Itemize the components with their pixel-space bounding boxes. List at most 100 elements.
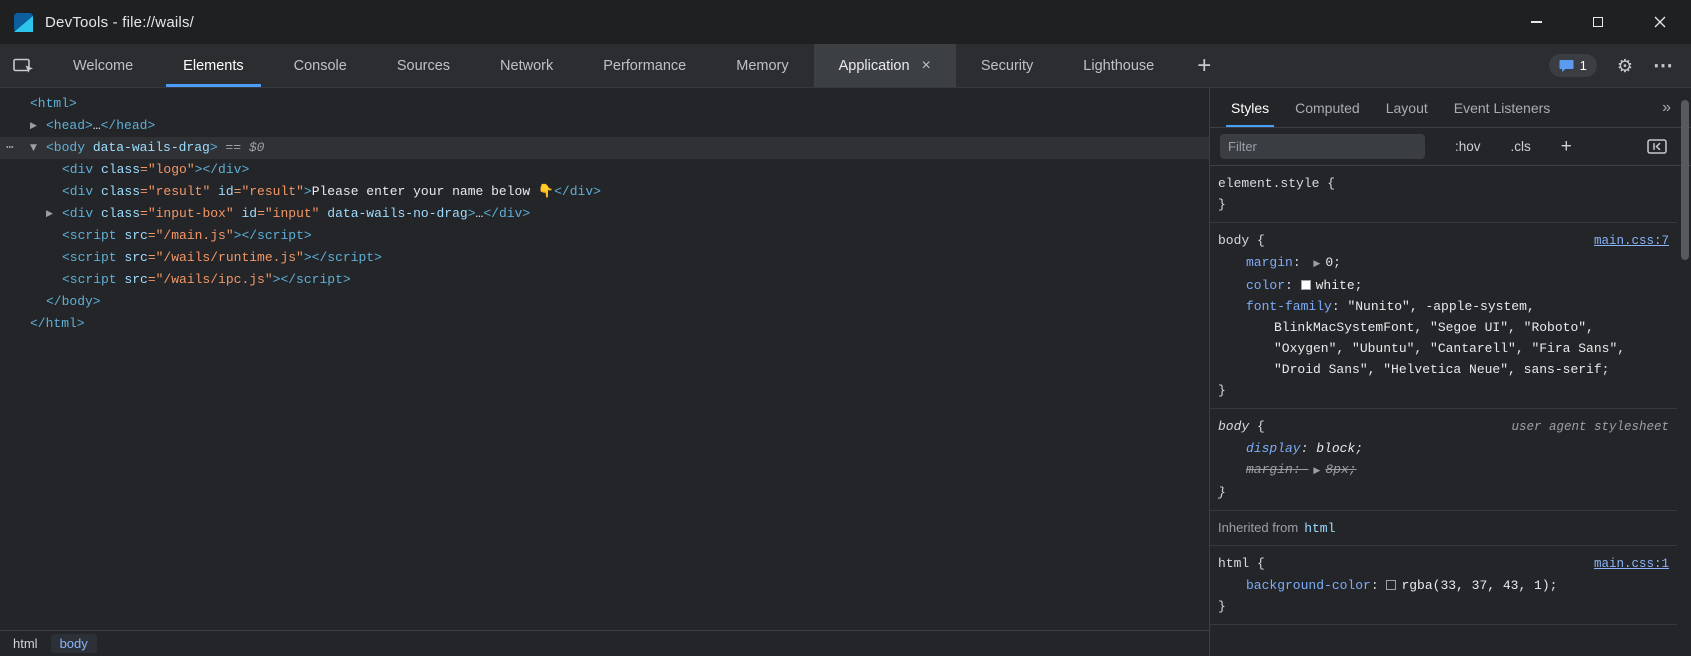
breadcrumb-body[interactable]: body — [51, 634, 97, 653]
code-token: id — [234, 206, 257, 221]
stylesheet-link[interactable]: main.css:1 — [1594, 554, 1669, 575]
tab-application[interactable]: Application × — [814, 44, 956, 87]
property-name[interactable]: margin — [1246, 255, 1293, 270]
property-value[interactable]: 8px — [1325, 462, 1348, 477]
settings-gear-icon[interactable]: ⚙ — [1617, 57, 1633, 75]
code-token: <div — [62, 206, 93, 221]
semicolon: ; — [1550, 578, 1558, 593]
tab-computed[interactable]: Computed — [1282, 88, 1373, 127]
close-button[interactable] — [1629, 0, 1691, 44]
tab-event-listeners[interactable]: Event Listeners — [1441, 88, 1564, 127]
code-token: data-wails-drag — [85, 140, 210, 155]
expand-arrow-icon[interactable]: ▶ — [30, 115, 37, 137]
css-rule[interactable]: body {main.css:7margin: ▶0;color: white;… — [1210, 223, 1677, 409]
tab-label: Memory — [736, 58, 788, 74]
expand-shorthand-icon[interactable]: ▶ — [1313, 259, 1320, 269]
color-swatch[interactable] — [1301, 280, 1311, 290]
property-name[interactable]: display — [1246, 441, 1301, 456]
window-title: DevTools - file://wails/ — [45, 14, 194, 31]
more-options-icon[interactable]: ⋯ — [1653, 56, 1673, 76]
css-property[interactable]: margin: ▶8px; — [1218, 459, 1669, 482]
expand-shorthand-icon[interactable]: ▶ — [1313, 466, 1320, 476]
dom-node[interactable]: <script src="/main.js"></script> — [0, 225, 1209, 247]
dom-node[interactable]: <div class="logo"></div> — [0, 159, 1209, 181]
tab-layout[interactable]: Layout — [1373, 88, 1441, 127]
tab-security[interactable]: Security — [956, 44, 1058, 87]
styles-rules: element.style {}body {main.css:7margin: … — [1210, 166, 1691, 656]
dom-node[interactable]: </body> — [0, 291, 1209, 313]
property-name[interactable]: margin — [1246, 462, 1293, 477]
tab-sources[interactable]: Sources — [372, 44, 475, 87]
rule-selector[interactable]: element.style — [1218, 173, 1319, 194]
property-name[interactable]: font-family — [1246, 299, 1332, 314]
rule-header: element.style { — [1218, 173, 1669, 194]
issues-counter[interactable]: 1 — [1549, 54, 1597, 77]
elements-panel: <html>▶<head>…</head>⋯▼<body data-wails-… — [0, 88, 1209, 656]
css-property[interactable]: display: block; — [1218, 438, 1669, 459]
tab-elements[interactable]: Elements — [158, 44, 268, 87]
tab-label: Security — [981, 58, 1033, 74]
css-rule[interactable]: html {main.css:1background-color: rgba(3… — [1210, 546, 1677, 625]
collapse-arrow-icon[interactable]: ▼ — [30, 137, 37, 159]
more-tabs-button[interactable]: + — [1179, 44, 1229, 87]
css-property[interactable]: font-family: "Nunito", -apple-system, Bl… — [1218, 296, 1669, 380]
css-property[interactable]: background-color: rgba(33, 37, 43, 1); — [1218, 575, 1669, 596]
color-swatch[interactable] — [1386, 580, 1396, 590]
dom-node[interactable]: ▶<div class="input-box" id="input" data-… — [0, 203, 1209, 225]
inspect-icon[interactable] — [0, 44, 48, 87]
maximize-button[interactable] — [1567, 0, 1629, 44]
main-area: <html>▶<head>…</head>⋯▼<body data-wails-… — [0, 88, 1691, 656]
rule-selector[interactable]: body — [1218, 230, 1249, 251]
dom-node[interactable]: <script src="/wails/ipc.js"></script> — [0, 269, 1209, 291]
devtools-window: { "window": { "title": "DevTools - file:… — [0, 0, 1691, 656]
minimize-button[interactable] — [1505, 0, 1567, 44]
node-menu-dots-icon[interactable]: ⋯ — [6, 137, 15, 159]
tab-console[interactable]: Console — [269, 44, 372, 87]
property-value[interactable]: 0 — [1325, 255, 1333, 270]
expand-arrow-icon[interactable]: ▶ — [46, 203, 53, 225]
class-toggle-button[interactable]: .cls — [1511, 139, 1531, 154]
scrollbar-thumb[interactable] — [1681, 100, 1689, 260]
dom-node[interactable]: <div class="result" id="result">Please e… — [0, 181, 1209, 203]
window-controls — [1505, 0, 1691, 44]
tab-lighthouse[interactable]: Lighthouse — [1058, 44, 1179, 87]
close-tab-icon[interactable]: × — [922, 58, 931, 74]
computed-sidebar-toggle-icon[interactable] — [1647, 139, 1667, 154]
stylesheet-link[interactable]: main.css:7 — [1594, 231, 1669, 252]
tab-styles[interactable]: Styles — [1218, 88, 1282, 127]
colon: : — [1301, 441, 1317, 456]
css-rule[interactable]: element.style {} — [1210, 166, 1677, 223]
rule-selector[interactable]: html — [1218, 553, 1249, 574]
dom-node[interactable]: ▶<head>…</head> — [0, 115, 1209, 137]
css-property[interactable]: color: white; — [1218, 275, 1669, 296]
breadcrumb-html[interactable]: html — [4, 634, 47, 653]
new-style-rule-button[interactable]: + — [1561, 136, 1572, 158]
close-icon — [1654, 16, 1666, 28]
open-brace: { — [1319, 173, 1335, 194]
dom-node[interactable]: </html> — [0, 313, 1209, 335]
property-name[interactable]: background-color — [1246, 578, 1371, 593]
dom-node[interactable]: <html> — [0, 93, 1209, 115]
styles-scrollbar[interactable] — [1678, 88, 1691, 656]
minimize-icon — [1531, 21, 1542, 23]
property-value[interactable]: rgba(33, 37, 43, 1) — [1401, 578, 1549, 593]
property-value[interactable]: block — [1316, 441, 1355, 456]
code-token: <script — [62, 228, 117, 243]
code-token: data-wails-no-drag — [319, 206, 467, 221]
dom-node[interactable]: ⋯▼<body data-wails-drag> == $0 — [0, 137, 1209, 159]
tab-memory[interactable]: Memory — [711, 44, 813, 87]
rule-header: html {main.css:1 — [1218, 553, 1669, 575]
dom-node[interactable]: <script src="/wails/runtime.js"></script… — [0, 247, 1209, 269]
css-rule[interactable]: body {user agent stylesheetdisplay: bloc… — [1210, 409, 1677, 511]
property-name[interactable]: color — [1246, 278, 1285, 293]
tab-network[interactable]: Network — [475, 44, 578, 87]
tab-welcome[interactable]: Welcome — [48, 44, 158, 87]
property-value[interactable]: white — [1316, 278, 1355, 293]
pseudo-state-button[interactable]: :hov — [1455, 139, 1481, 154]
tab-performance[interactable]: Performance — [578, 44, 711, 87]
rule-selector[interactable]: body — [1218, 416, 1249, 437]
inherited-node-link[interactable]: html — [1304, 521, 1335, 536]
filter-input[interactable] — [1220, 134, 1425, 159]
breadcrumb: html body — [0, 630, 1209, 656]
css-property[interactable]: margin: ▶0; — [1218, 252, 1669, 275]
